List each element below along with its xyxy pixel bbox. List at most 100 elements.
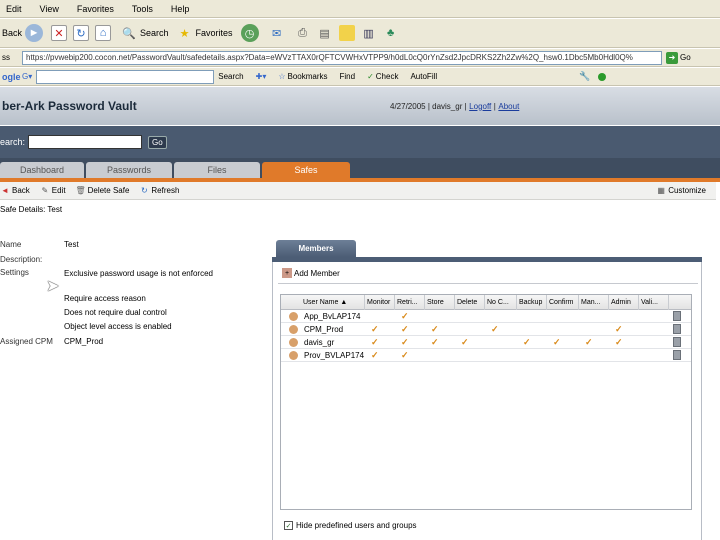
- go-label: Go: [680, 53, 691, 62]
- find-label: Find: [339, 72, 356, 81]
- about-link[interactable]: About: [498, 102, 519, 111]
- member-name: Prov_BVLAP174: [304, 351, 365, 360]
- bookmarks-label: Bookmarks: [287, 72, 328, 81]
- permission-check-icon: ✓: [553, 337, 561, 347]
- member-name-cell: davis_gr: [289, 336, 334, 349]
- delete-safe-button[interactable]: 🗑 Delete Safe: [76, 186, 130, 196]
- menu-view[interactable]: View: [40, 4, 59, 14]
- google-search-input[interactable]: [36, 69, 215, 84]
- app-header: ber-Ark Password Vault 4/27/2005 | davis…: [0, 87, 720, 125]
- refresh-action-button[interactable]: ↻ Refresh: [139, 186, 179, 196]
- column-header[interactable]: Delete: [455, 295, 485, 310]
- delete-member-icon[interactable]: [673, 350, 681, 360]
- forward-icon[interactable]: ►: [25, 24, 44, 42]
- member-row[interactable]: CPM_Prod ✓ ✓ ✓ ✓ ✓: [281, 323, 691, 336]
- edit-action-button[interactable]: ✎ Edit: [40, 186, 65, 196]
- column-header[interactable]: User Name ▲: [281, 295, 365, 310]
- address-input[interactable]: https://pvwebip200.cocon.net/PasswordVau…: [22, 50, 662, 65]
- permission-check-icon: ✓: [615, 324, 623, 334]
- user-icon: [289, 338, 298, 347]
- hide-predefined-row[interactable]: ✓ Hide predefined users and groups: [284, 521, 417, 530]
- check-button[interactable]: ✓ Check: [367, 72, 398, 81]
- go-button[interactable]: ➜ Go: [666, 51, 691, 64]
- app-search-go-button[interactable]: Go: [148, 135, 167, 149]
- messenger-icon[interactable]: ♣: [383, 25, 399, 41]
- member-row[interactable]: App_BvLAP174 ✓: [281, 310, 691, 323]
- menu-favorites[interactable]: Favorites: [77, 4, 114, 14]
- members-divider: [278, 283, 698, 284]
- wrench-icon[interactable]: 🔧: [579, 71, 590, 82]
- menu-help[interactable]: Help: [171, 4, 190, 14]
- permission-check-icon: ✓: [371, 350, 379, 360]
- permission-check-icon: ✓: [431, 324, 439, 334]
- column-header[interactable]: Retri...: [395, 295, 425, 310]
- google-g-icon[interactable]: G▾: [22, 72, 32, 81]
- delete-member-icon[interactable]: [673, 311, 681, 321]
- column-header[interactable]: Store: [425, 295, 455, 310]
- print-icon[interactable]: ⎙: [295, 25, 311, 41]
- column-header[interactable]: Man...: [579, 295, 609, 310]
- abc-check-icon: ✓: [367, 72, 374, 81]
- google-logo: ogle: [2, 71, 21, 82]
- delete-member-icon[interactable]: [673, 337, 681, 347]
- google-search-button[interactable]: Search: [218, 72, 243, 81]
- column-header[interactable]: Backup: [517, 295, 547, 310]
- browser-toolbar: Back ► ✕ ↻ ⌂ 🔍 Search ★ Favorites ◷ ✉ ⎙ …: [0, 19, 720, 48]
- add-user-icon: +: [282, 268, 292, 278]
- member-row[interactable]: Prov_BVLAP174 ✓ ✓: [281, 349, 691, 362]
- pagerank-button[interactable]: ✚▾: [256, 72, 267, 81]
- column-header[interactable]: Admin: [609, 295, 639, 310]
- menu-tools[interactable]: Tools: [132, 4, 153, 14]
- history-icon[interactable]: ◷: [240, 24, 259, 42]
- user-icon: [289, 325, 298, 334]
- menu-edit[interactable]: Edit: [6, 4, 22, 14]
- tab-safes[interactable]: Safes: [262, 162, 350, 178]
- hide-predefined-checkbox[interactable]: ✓: [284, 521, 293, 530]
- search-button[interactable]: 🔍 Search: [121, 25, 168, 41]
- favorites-label: Favorites: [195, 28, 233, 38]
- check-label: Check: [375, 72, 399, 81]
- hide-predefined-label: Hide predefined users and groups: [296, 521, 417, 530]
- app-search-input[interactable]: [28, 135, 142, 149]
- find-button[interactable]: Find: [340, 72, 356, 81]
- customize-button[interactable]: ▦ Customize: [656, 186, 706, 196]
- tab-dashboard[interactable]: Dashboard: [0, 162, 84, 178]
- app-logo: ber-Ark Password Vault: [2, 99, 137, 113]
- mail-icon[interactable]: ✉: [269, 25, 285, 41]
- permission-check-icon: ✓: [461, 337, 469, 347]
- back-action-label: Back: [12, 186, 30, 195]
- setting-object-level: Object level access is enabled: [64, 322, 172, 331]
- refresh-arrows-icon: ↻: [141, 186, 148, 195]
- bookmark-star-icon: ☆: [278, 72, 286, 81]
- refresh-icon[interactable]: ↻: [73, 25, 90, 41]
- bookmarks-button[interactable]: ☆ Bookmarks: [278, 72, 327, 81]
- stop-icon[interactable]: ✕: [51, 25, 68, 41]
- autofill-button[interactable]: AutoFill: [410, 72, 437, 81]
- back-button[interactable]: Back ►: [2, 24, 44, 42]
- members-grid: User Name ▲ Monitor Retri... Store Delete No …: [280, 294, 692, 510]
- tab-files[interactable]: Files: [174, 162, 260, 178]
- tab-passwords[interactable]: Passwords: [86, 162, 172, 178]
- add-member-label: Add Member: [294, 268, 340, 278]
- delete-member-icon[interactable]: [673, 324, 681, 334]
- permission-check-icon: ✓: [401, 311, 409, 321]
- edit-page-icon[interactable]: ▤: [317, 25, 333, 41]
- pagerank-icon: ✚▾: [255, 72, 267, 81]
- column-header[interactable]: Monitor: [365, 295, 395, 310]
- autofill-label: AutoFill: [410, 72, 438, 81]
- name-label: Name: [0, 240, 22, 249]
- logoff-link[interactable]: Logoff: [469, 102, 491, 111]
- back-action-button[interactable]: ◄ Back: [0, 186, 30, 196]
- member-row[interactable]: davis_gr ✓ ✓ ✓ ✓ ✓ ✓ ✓ ✓: [281, 336, 691, 349]
- permission-check-icon: ✓: [431, 337, 439, 347]
- members-tab[interactable]: Members: [276, 240, 356, 257]
- permission-check-icon: ✓: [401, 324, 409, 334]
- research-icon[interactable]: ▥: [361, 25, 377, 41]
- column-header[interactable]: No C...: [485, 295, 517, 310]
- favorites-button[interactable]: ★ Favorites: [177, 25, 233, 41]
- add-member-button[interactable]: + Add Member: [282, 268, 340, 278]
- home-icon[interactable]: ⌂: [95, 25, 112, 41]
- notes-icon[interactable]: [338, 25, 355, 41]
- column-header[interactable]: Confirm: [547, 295, 579, 310]
- column-header[interactable]: Vali...: [639, 295, 669, 310]
